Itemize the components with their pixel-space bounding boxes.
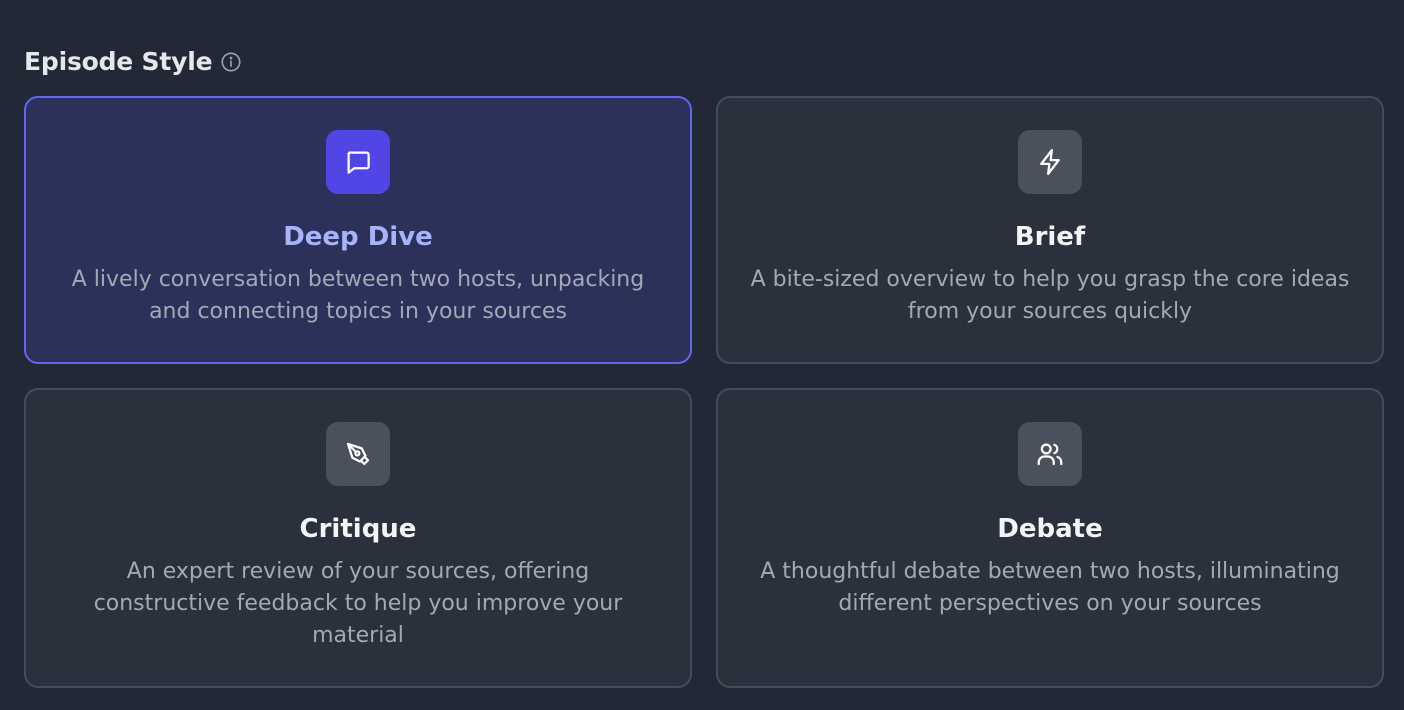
option-title: Deep Dive bbox=[283, 222, 433, 252]
section-header: Episode Style bbox=[24, 44, 242, 78]
option-title: Brief bbox=[1014, 222, 1086, 252]
option-deep-dive[interactable]: Deep Dive A lively conversation between … bbox=[24, 96, 692, 364]
message-square-icon bbox=[326, 130, 390, 194]
lightning-icon bbox=[1018, 130, 1082, 194]
episode-style-options: Deep Dive A lively conversation between … bbox=[24, 96, 1384, 688]
option-description: A thoughtful debate between two hosts, i… bbox=[760, 559, 1340, 616]
option-description: A bite-sized overview to help you grasp … bbox=[750, 267, 1350, 324]
episode-style-section: Episode Style Deep Dive A lively convers… bbox=[24, 0, 1384, 710]
section-title: Episode Style bbox=[24, 46, 213, 76]
option-description: An expert review of your sources, offeri… bbox=[93, 559, 623, 648]
option-title: Debate bbox=[997, 514, 1103, 544]
option-critique[interactable]: Critique An expert review of your source… bbox=[24, 388, 692, 688]
option-description: A lively conversation between two hosts,… bbox=[71, 267, 645, 324]
option-brief[interactable]: Brief A bite-sized overview to help you … bbox=[716, 96, 1384, 364]
info-circle-icon[interactable] bbox=[220, 51, 242, 73]
option-title: Critique bbox=[299, 514, 417, 544]
users-icon bbox=[1018, 422, 1082, 486]
option-debate[interactable]: Debate A thoughtful debate between two h… bbox=[716, 388, 1384, 688]
pen-tool-icon bbox=[326, 422, 390, 486]
